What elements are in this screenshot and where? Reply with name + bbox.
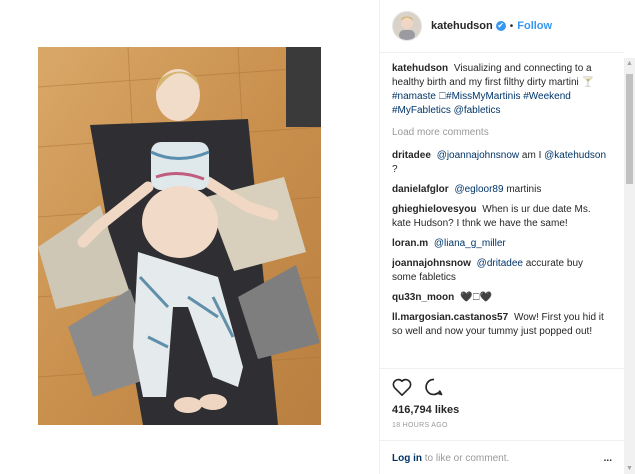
verified-badge-icon: ✔ [495, 21, 506, 31]
list-item: qu33n_moon 🖤🗆🖤 [392, 291, 610, 305]
post-header: katehudson ✔ • Follow [380, 0, 624, 53]
comment-username[interactable]: qu33n_moon [392, 292, 454, 303]
comment-mention[interactable]: @katehudson [544, 150, 606, 161]
caption: katehudson Visualizing and connecting to… [392, 62, 610, 118]
scroll-up-icon[interactable]: ▲ [626, 60, 633, 67]
scroll-down-icon[interactable]: ▼ [626, 465, 633, 472]
list-item: ll.margosian.castanos57 Wow! First you h… [392, 311, 610, 339]
comment-username[interactable]: dritadee [392, 150, 431, 161]
comment-username[interactable]: loran.m [392, 238, 428, 249]
comment-mention[interactable]: @liana_g_miller [434, 238, 506, 249]
login-prompt: Log in to like or comment. [392, 453, 509, 464]
comment-username[interactable]: danielafglor [392, 184, 449, 195]
scroll-thumb[interactable] [626, 74, 633, 184]
login-bar: Log in to like or comment. ... [380, 440, 624, 464]
list-item: dritadee @joannajohnsnow am I @katehudso… [392, 149, 610, 177]
list-item: danielafglor @egloor89 martinis [392, 183, 610, 197]
login-text: to like or comment. [424, 453, 510, 464]
follow-button[interactable]: Follow [517, 20, 552, 32]
list-item: joannajohnsnow @dritadee accurate buy so… [392, 257, 610, 285]
comment-icon[interactable] [424, 377, 444, 400]
photo-pane [0, 0, 379, 474]
scrollbar[interactable]: ▲ ▼ [624, 58, 635, 474]
comment-mention[interactable]: @joannajohnsnow [437, 150, 519, 161]
comment-text: martinis [506, 184, 542, 195]
comment-mention[interactable]: @dritadee [477, 258, 523, 269]
separator-dot: • [509, 20, 514, 32]
login-link[interactable]: Log in [392, 453, 422, 464]
comments-list: katehudson Visualizing and connecting to… [392, 62, 610, 367]
comment-text: am I [521, 150, 542, 161]
comment-text: ? [392, 164, 398, 175]
header-username[interactable]: katehudson [431, 20, 493, 32]
comment-username[interactable]: joannajohnsnow [392, 258, 471, 269]
heart-icon[interactable] [392, 378, 412, 399]
like-count[interactable]: 416,794 likes [392, 404, 612, 416]
actions-section: 416,794 likes 18 HOURS AGO [380, 368, 624, 429]
more-icon[interactable]: ... [604, 453, 612, 464]
load-more-comments-button[interactable]: Load more comments [392, 126, 610, 140]
list-item: loran.m @liana_g_miller [392, 237, 610, 251]
post-card: katehudson ✔ • Follow katehudson Visuali… [0, 0, 635, 474]
list-item: ghieghielovesyou When is ur due date Ms.… [392, 203, 610, 231]
action-icons [392, 375, 612, 401]
photo-illustration [38, 47, 321, 425]
comment-text: 🖤🗆🖤 [460, 292, 493, 303]
comment-username[interactable]: ll.margosian.castanos57 [392, 312, 508, 323]
post-photo[interactable] [38, 47, 321, 425]
comment-mention[interactable]: @egloor89 [454, 184, 503, 195]
comment-username[interactable]: ghieghielovesyou [392, 204, 476, 215]
post-sidebar: katehudson ✔ • Follow katehudson Visuali… [379, 0, 624, 474]
caption-tags[interactable]: #namaste 🗆#MissMyMartinis #Weekend #MyFa… [392, 91, 571, 116]
caption-username[interactable]: katehudson [392, 63, 448, 74]
avatar[interactable] [392, 11, 422, 41]
timestamp: 18 HOURS AGO [392, 422, 448, 429]
